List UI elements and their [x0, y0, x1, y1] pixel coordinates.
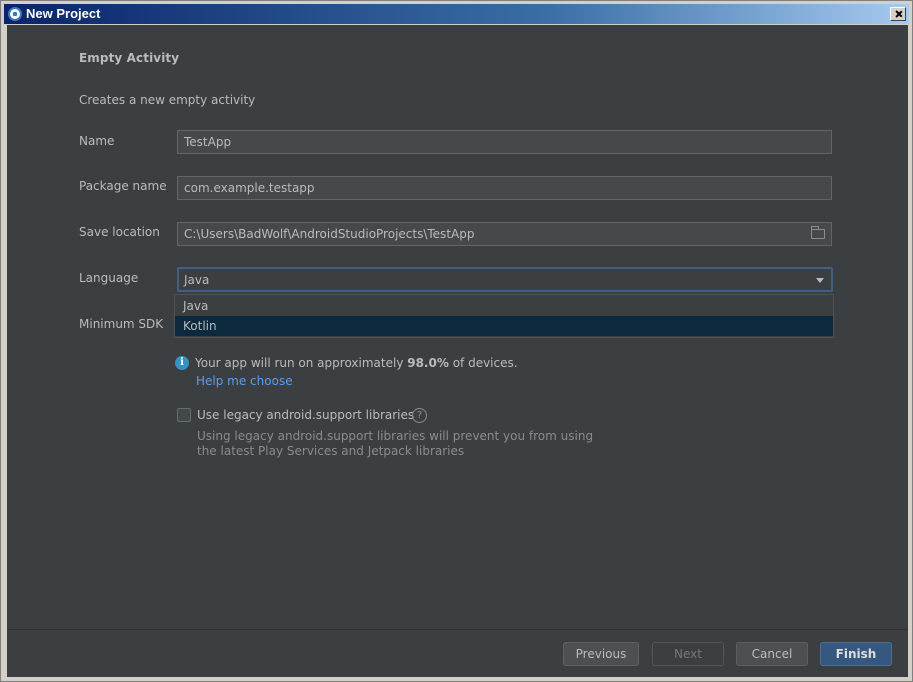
language-option-kotlin[interactable]: Kotlin	[175, 316, 833, 336]
close-icon[interactable]	[890, 7, 906, 21]
wizard-content: Empty Activity Creates a new empty activ…	[7, 25, 908, 629]
finish-button[interactable]: Finish	[820, 642, 892, 666]
save-location-label: Save location	[79, 225, 160, 239]
save-location-value: C:\Users\BadWolf\AndroidStudioProjects\T…	[184, 227, 475, 241]
language-dropdown-list: Java Kotlin	[174, 294, 834, 338]
name-label: Name	[79, 134, 115, 148]
window-title: New Project	[26, 6, 101, 21]
template-heading: Empty Activity	[79, 51, 180, 65]
help-me-choose-link[interactable]: Help me choose	[196, 374, 293, 388]
save-location-input[interactable]: C:\Users\BadWolf\AndroidStudioProjects\T…	[177, 222, 832, 246]
language-selected-value: Java	[184, 273, 210, 287]
language-select[interactable]: Java	[177, 267, 833, 292]
question-icon[interactable]: ?	[412, 408, 427, 423]
chevron-down-icon[interactable]	[816, 278, 824, 283]
cancel-button[interactable]: Cancel	[736, 642, 808, 666]
package-name-input[interactable]: com.example.testapp	[177, 176, 832, 200]
legacy-support-checkbox[interactable]	[177, 408, 191, 422]
previous-button[interactable]: Previous	[563, 642, 639, 666]
minimum-sdk-label: Minimum SDK	[79, 317, 164, 331]
legacy-support-label[interactable]: Use legacy android.support libraries	[197, 408, 414, 422]
template-description: Creates a new empty activity	[79, 93, 256, 107]
title-bar[interactable]: New Project	[4, 4, 909, 24]
legacy-support-description: Using legacy android.support libraries w…	[197, 429, 594, 458]
info-icon: i	[175, 356, 189, 370]
device-coverage-text: Your app will run on approximately 98.0%…	[195, 356, 518, 370]
coverage-percent: 98.0%	[407, 356, 449, 370]
next-button[interactable]: Next	[652, 642, 724, 666]
wizard-footer: Previous Next Cancel Finish	[7, 629, 908, 677]
package-name-label: Package name	[79, 179, 167, 193]
name-input[interactable]: TestApp	[177, 130, 832, 154]
language-label: Language	[79, 271, 139, 285]
language-option-java[interactable]: Java	[175, 296, 833, 316]
new-project-window: New Project Empty Activity Creates a new…	[0, 0, 913, 682]
android-studio-icon	[8, 7, 22, 21]
folder-icon[interactable]	[811, 226, 825, 239]
